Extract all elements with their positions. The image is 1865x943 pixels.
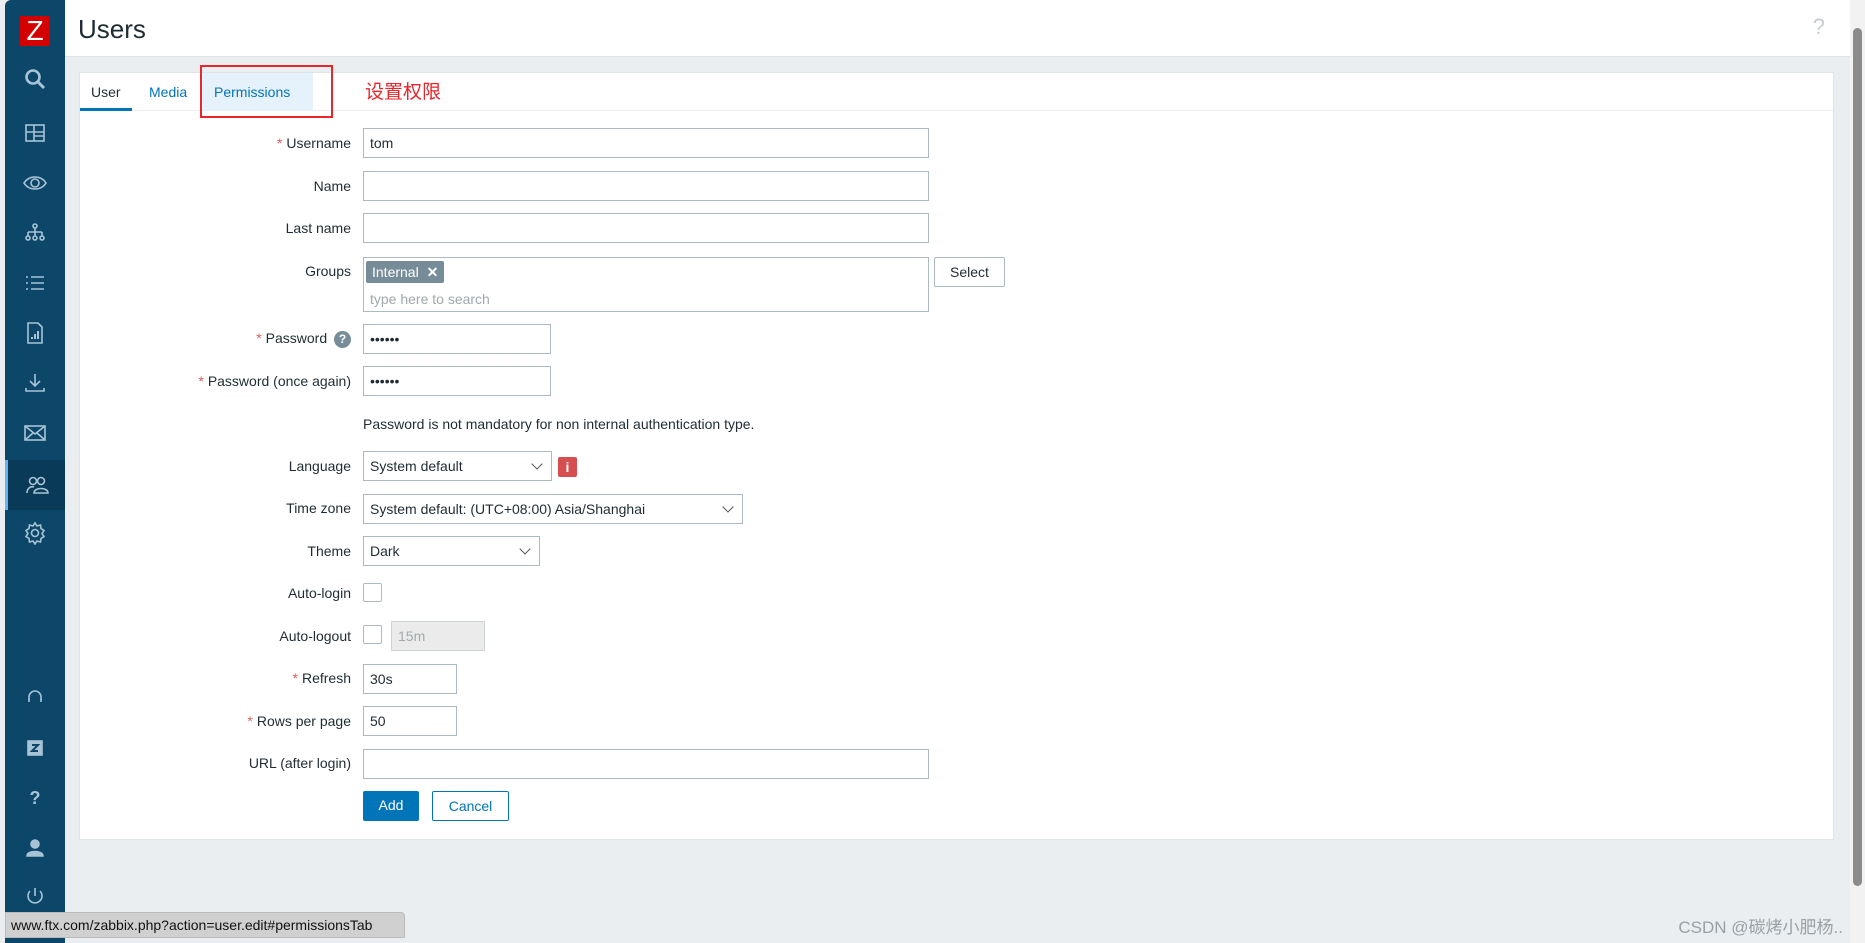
autologout-input: 15m xyxy=(391,621,485,651)
password-note: Password is not mandatory for non intern… xyxy=(363,416,755,432)
username-input[interactable]: tom xyxy=(363,128,929,158)
theme-select[interactable]: Dark xyxy=(363,536,540,566)
rows-per-page-label: * Rows per page xyxy=(247,713,351,729)
watermark: CSDN @碳烤小肥杨.. xyxy=(1678,918,1843,937)
tab-bar: User Media Permissions xyxy=(80,73,1833,111)
name-label: Name xyxy=(313,178,351,194)
autologout-checkbox[interactable] xyxy=(363,625,382,644)
theme-label: Theme xyxy=(307,543,351,559)
refresh-label: * Refresh xyxy=(292,670,351,686)
users-icon[interactable] xyxy=(5,460,65,510)
remove-tag-icon[interactable]: ✕ xyxy=(427,264,439,280)
help-icon[interactable]: ? xyxy=(1813,14,1825,40)
last-name-label: Last name xyxy=(285,220,351,236)
url-input[interactable] xyxy=(363,749,929,779)
add-button[interactable]: Add xyxy=(363,791,419,821)
url-label: URL (after login) xyxy=(248,755,351,771)
autologin-checkbox[interactable] xyxy=(363,583,382,602)
inventory-hierarchy-icon[interactable] xyxy=(5,210,65,256)
tab-user[interactable]: User xyxy=(80,73,132,111)
scrollbar[interactable] xyxy=(1850,0,1865,943)
timezone-select[interactable]: System default: (UTC+08:00) Asia/Shangha… xyxy=(363,494,743,524)
sidebar: Z ? xyxy=(5,0,65,943)
reports-list-icon[interactable] xyxy=(5,260,65,306)
password-input[interactable]: •••••• xyxy=(363,324,551,354)
dashboard-icon[interactable] xyxy=(5,110,65,156)
select-groups-button[interactable]: Select xyxy=(934,257,1005,287)
administration-gear-icon[interactable] xyxy=(5,510,65,556)
scrollbar-thumb[interactable] xyxy=(1853,28,1862,886)
help-hint-icon[interactable]: ? xyxy=(334,331,351,348)
groups-search-placeholder[interactable]: type here to search xyxy=(370,285,490,313)
password-again-input[interactable]: •••••• xyxy=(363,366,551,396)
password-again-label: * Password (once again) xyxy=(198,373,351,389)
language-label: Language xyxy=(288,458,351,474)
language-select[interactable]: System default xyxy=(363,451,552,481)
zabbix-share-icon[interactable] xyxy=(5,725,65,771)
group-tag: Internal ✕ xyxy=(366,261,445,283)
annotation-text: 设置权限 xyxy=(365,82,442,103)
username-label: * Username xyxy=(276,135,351,151)
cancel-button[interactable]: Cancel xyxy=(432,791,509,821)
groups-multiselect[interactable]: Internal ✕ type here to search xyxy=(363,257,929,312)
help-icon[interactable]: ? xyxy=(5,775,65,821)
autologin-label: Auto-login xyxy=(287,585,351,601)
browser-status-bar: www.ftx.com/zabbix.php?action=user.edit#… xyxy=(5,912,405,938)
autologout-label: Auto-logout xyxy=(279,628,351,644)
search-icon[interactable] xyxy=(5,56,65,102)
tab-media[interactable]: Media xyxy=(138,73,198,111)
info-warning-icon[interactable]: i xyxy=(558,457,577,477)
refresh-input[interactable]: 30s xyxy=(363,664,457,694)
support-headset-icon[interactable] xyxy=(5,674,65,720)
annotation-highlight-box xyxy=(200,65,333,118)
last-name-input[interactable] xyxy=(363,213,929,243)
user-settings-icon[interactable] xyxy=(5,825,65,871)
name-input[interactable] xyxy=(363,171,929,201)
timezone-label: Time zone xyxy=(286,500,351,516)
rows-per-page-input[interactable]: 50 xyxy=(363,706,457,736)
zabbix-logo[interactable]: Z xyxy=(20,16,50,46)
groups-label: Groups xyxy=(305,263,351,279)
alerts-mail-icon[interactable] xyxy=(5,410,65,456)
password-label: * Password ? xyxy=(256,330,351,348)
report-chart-icon[interactable] xyxy=(5,310,65,356)
monitoring-eye-icon[interactable] xyxy=(5,160,65,206)
data-collection-download-icon[interactable] xyxy=(5,360,65,406)
page-title: Users xyxy=(78,14,146,44)
page-header: Users ? xyxy=(65,0,1850,57)
